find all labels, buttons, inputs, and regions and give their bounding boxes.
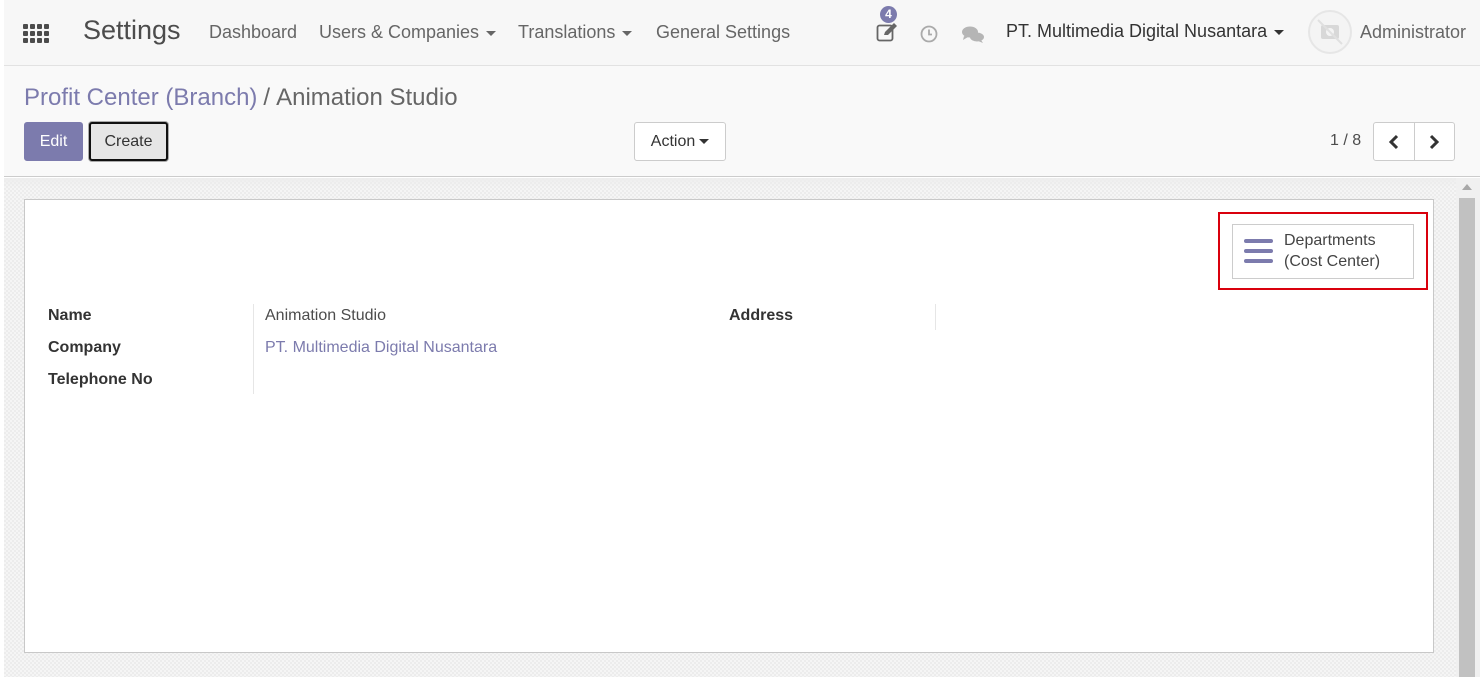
app-title: Settings bbox=[83, 15, 181, 45]
company-label: Company bbox=[48, 339, 121, 356]
breadcrumb-parent-link[interactable]: Profit Center (Branch) bbox=[24, 84, 257, 111]
pager-value[interactable]: 1 / 8 bbox=[1330, 132, 1361, 150]
scroll-up-arrow-icon[interactable] bbox=[1462, 184, 1472, 190]
chat-icon[interactable] bbox=[961, 25, 985, 50]
top-navbar: Settings Dashboard Users & Companies Tra… bbox=[4, 0, 1480, 66]
user-avatar[interactable] bbox=[1308, 10, 1352, 54]
vertical-scrollbar[interactable] bbox=[1456, 178, 1480, 677]
caret-down-icon bbox=[622, 30, 633, 36]
clock-icon[interactable] bbox=[920, 25, 938, 48]
breadcrumb: Profit Center (Branch) / Animation Studio bbox=[24, 84, 458, 112]
smart-button-highlight: Departments (Cost Center) bbox=[1218, 212, 1428, 290]
list-bars-icon bbox=[1244, 239, 1273, 263]
menu-label: General Settings bbox=[656, 22, 791, 42]
smart-button-label: Departments (Cost Center) bbox=[1284, 230, 1380, 272]
company-switcher[interactable]: PT. Multimedia Digital Nusantara bbox=[1006, 21, 1285, 42]
control-panel: Profit Center (Branch) / Animation Studio … bbox=[4, 66, 1480, 177]
name-label: Name bbox=[48, 307, 92, 324]
pager-next-button[interactable] bbox=[1415, 123, 1455, 160]
menu-dashboard[interactable]: Dashboard bbox=[209, 22, 297, 43]
menu-label: Users & Companies bbox=[319, 22, 480, 42]
chevron-right-icon bbox=[1430, 134, 1440, 149]
edit-button[interactable]: Edit bbox=[24, 122, 83, 161]
edit-note-icon[interactable] bbox=[876, 22, 898, 47]
menu-general-settings[interactable]: General Settings bbox=[656, 22, 790, 43]
user-menu[interactable]: Administrator bbox=[1360, 22, 1466, 43]
menu-label: Translations bbox=[518, 22, 616, 42]
menu-label: Dashboard bbox=[209, 22, 298, 42]
address-label: Address bbox=[729, 307, 794, 324]
action-dropdown-button[interactable]: Action bbox=[634, 122, 726, 161]
apps-grid-icon[interactable] bbox=[23, 24, 49, 43]
caret-down-icon bbox=[1274, 29, 1285, 35]
content-shade bbox=[4, 178, 1456, 188]
form-sheet: Departments (Cost Center) Name Company T… bbox=[24, 199, 1434, 653]
scrollbar-thumb[interactable] bbox=[1459, 198, 1475, 677]
breadcrumb-separator: / bbox=[263, 84, 271, 111]
breadcrumb-current: Animation Studio bbox=[276, 84, 458, 111]
menu-translations[interactable]: Translations bbox=[518, 22, 633, 43]
field-separator bbox=[935, 304, 936, 330]
departments-smart-button[interactable]: Departments (Cost Center) bbox=[1232, 224, 1414, 279]
smart-button-line1: Departments bbox=[1284, 232, 1376, 249]
activity-count-badge: 4 bbox=[880, 6, 897, 23]
company-name: PT. Multimedia Digital Nusantara bbox=[1006, 21, 1268, 41]
create-button[interactable]: Create bbox=[89, 122, 168, 161]
name-value: Animation Studio bbox=[265, 307, 386, 324]
caret-down-icon bbox=[486, 30, 497, 36]
company-link[interactable]: PT. Multimedia Digital Nusantara bbox=[265, 339, 497, 357]
telephone-label: Telephone No bbox=[48, 371, 153, 388]
no-photo-icon bbox=[1317, 19, 1343, 45]
menu-users-companies[interactable]: Users & Companies bbox=[319, 22, 497, 43]
form-view-content: Departments (Cost Center) Name Company T… bbox=[4, 178, 1456, 677]
chevron-left-icon bbox=[1388, 134, 1398, 149]
pager-previous-button[interactable] bbox=[1374, 123, 1415, 160]
pager bbox=[1373, 122, 1455, 161]
action-label: Action bbox=[650, 133, 696, 150]
field-separator bbox=[253, 304, 254, 394]
caret-down-icon bbox=[699, 139, 710, 145]
smart-button-line2: (Cost Center) bbox=[1284, 253, 1381, 270]
